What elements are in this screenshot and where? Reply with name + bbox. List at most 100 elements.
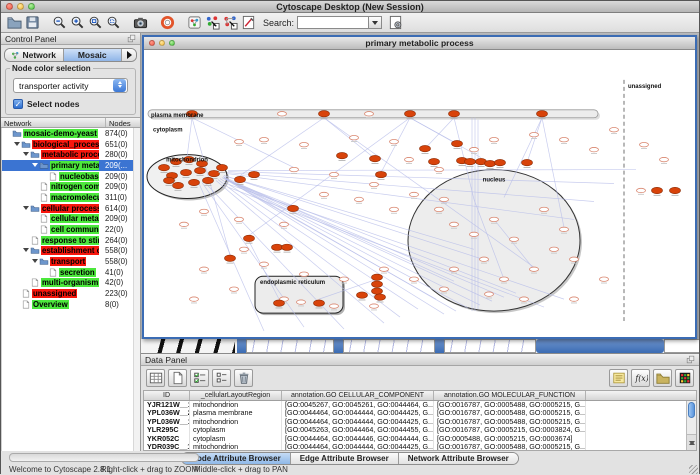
network-panel-icon[interactable] <box>185 14 203 31</box>
zoom-fit-icon[interactable] <box>86 14 104 31</box>
tree-row[interactable]: nucleobase-209(0) <box>2 171 140 182</box>
network-view-titlebar[interactable]: primary metabolic process <box>144 37 695 50</box>
network-node-small[interactable] <box>530 267 539 271</box>
network-node[interactable] <box>670 187 681 193</box>
network-node[interactable] <box>288 205 299 211</box>
network-node-small[interactable] <box>230 287 239 291</box>
network-node[interactable] <box>420 145 431 151</box>
table-cell[interactable]: [GO:0016787, GO:0005488, GO:0005215, G..… <box>434 401 586 409</box>
tree-col-nodes[interactable]: Nodes <box>106 118 140 127</box>
network-node-small[interactable] <box>470 232 479 236</box>
network-node-small[interactable] <box>530 133 539 137</box>
network-node-small[interactable] <box>330 304 339 308</box>
network-node-small[interactable] <box>235 139 244 143</box>
network-node-small[interactable] <box>490 217 499 221</box>
network-node-small[interactable] <box>260 262 269 266</box>
network-node[interactable] <box>274 300 285 306</box>
table-row[interactable]: YLR295Ccytoplasm[GO:0045263, GO:0044464,… <box>144 426 696 434</box>
table-column-header[interactable]: ID <box>144 391 190 400</box>
table-cell[interactable]: [GO:0044464, GO:0044444, GO:0044425, G..… <box>282 418 434 426</box>
tree-row[interactable]: primary metabolic209(... <box>2 160 140 171</box>
network-node-small[interactable] <box>365 112 374 116</box>
attribute-table-icon[interactable] <box>146 369 165 387</box>
network-node-small[interactable] <box>560 137 569 141</box>
tree-row[interactable]: nitrogen compo209(0) <box>2 181 140 192</box>
table-cell[interactable]: [GO:0044464, GO:0044444, GO:0044425, G..… <box>282 409 434 417</box>
network-node-small[interactable] <box>610 128 619 132</box>
search-input[interactable] <box>297 16 369 29</box>
select-edges-icon[interactable] <box>221 14 239 31</box>
notes-icon[interactable] <box>609 369 628 387</box>
network-node-small[interactable] <box>570 297 579 301</box>
select-attributes-icon[interactable] <box>190 369 209 387</box>
table-column-header[interactable]: annotation.GO CELLULAR_COMPONENT <box>282 391 434 400</box>
table-row[interactable]: YKR052Ccytoplasm[GO:0044464, GO:0044446,… <box>144 435 696 443</box>
tree-col-network[interactable]: Network <box>1 118 106 127</box>
network-node-small[interactable] <box>240 247 249 251</box>
tree-row[interactable]: transport558(0) <box>2 256 140 267</box>
tree-scrollbar[interactable] <box>133 128 140 451</box>
network-node-small[interactable] <box>637 188 646 192</box>
network-node-small[interactable] <box>590 147 599 151</box>
search-dropdown-button[interactable] <box>369 16 382 29</box>
network-node-small[interactable] <box>550 247 559 251</box>
network-node[interactable] <box>537 111 548 117</box>
network-node[interactable] <box>164 177 175 183</box>
network-node[interactable] <box>372 281 383 287</box>
network-node-small[interactable] <box>470 147 479 151</box>
tree-row[interactable]: cell communicat22(0) <box>2 224 140 235</box>
disclosure-triangle-icon[interactable] <box>23 248 29 255</box>
disclosure-triangle-icon[interactable] <box>32 163 38 170</box>
table-scrollbar[interactable] <box>686 401 696 450</box>
tree-row[interactable]: cellular process614(0) <box>2 203 140 214</box>
network-node[interactable] <box>209 170 220 176</box>
table-cell[interactable]: [GO:0044464, GO:0044444, GO:0044425, G..… <box>282 443 434 451</box>
tree-row[interactable]: unassigned223(0) <box>2 288 140 299</box>
network-node-small[interactable] <box>660 157 669 161</box>
float-panel-icon[interactable] <box>127 34 136 43</box>
tab-network[interactable]: Network <box>5 49 64 61</box>
network-edge[interactable] <box>527 118 542 163</box>
table-column-header[interactable]: _cellularLayoutRegion <box>190 391 282 400</box>
network-node-small[interactable] <box>440 197 449 201</box>
network-node[interactable] <box>449 111 460 117</box>
new-attribute-icon[interactable] <box>168 369 187 387</box>
network-node-small[interactable] <box>180 222 189 226</box>
network-node-small[interactable] <box>300 272 309 276</box>
table-cell[interactable]: mitochondrion <box>190 443 282 451</box>
network-node[interactable] <box>485 160 496 166</box>
disclosure-triangle-icon[interactable] <box>23 152 29 159</box>
table-cell[interactable]: [GO:0005488, GO:0005215, GO:0003674] <box>434 435 586 443</box>
network-node[interactable] <box>495 159 506 165</box>
table-cell[interactable]: YJR121W__1 <box>144 401 190 409</box>
network-node[interactable] <box>375 294 386 300</box>
network-node-small[interactable] <box>410 277 419 281</box>
network-node-small[interactable] <box>278 112 287 116</box>
network-node[interactable] <box>319 111 330 117</box>
network-node-small[interactable] <box>200 209 209 213</box>
table-row[interactable]: YJR121W__1mitochondrion[GO:0045267, GO:0… <box>144 401 696 409</box>
network-node[interactable] <box>314 300 325 306</box>
table-cell[interactable]: mitochondrion <box>190 418 282 426</box>
network-node-small[interactable] <box>390 139 399 143</box>
network-node-small[interactable] <box>560 227 569 231</box>
network-node-small[interactable] <box>500 277 509 281</box>
select-nodes-icon[interactable] <box>203 14 221 31</box>
network-node-small[interactable] <box>290 167 299 171</box>
network-node-small[interactable] <box>350 136 359 140</box>
network-node-small[interactable] <box>490 137 499 141</box>
network-node-small[interactable] <box>640 142 649 146</box>
table-cell[interactable]: YPL036W__1 <box>144 418 190 426</box>
float-panel-icon[interactable] <box>686 355 695 364</box>
network-node-small[interactable] <box>235 217 244 221</box>
tree-row[interactable]: cellular metabo209(0) <box>2 214 140 225</box>
network-node[interactable] <box>652 187 663 193</box>
network-node[interactable] <box>282 244 293 250</box>
network-node[interactable] <box>195 167 206 173</box>
network-node[interactable] <box>357 292 368 298</box>
zoom-in-icon[interactable] <box>68 14 86 31</box>
table-cell[interactable]: [GO:0016787, GO:0005488, GO:0005215, G..… <box>434 409 586 417</box>
table-cell[interactable]: [GO:0045263, GO:0044464, GO:0044455, G..… <box>282 426 434 434</box>
network-node-small[interactable] <box>300 142 309 146</box>
open-file-icon[interactable] <box>5 14 23 31</box>
